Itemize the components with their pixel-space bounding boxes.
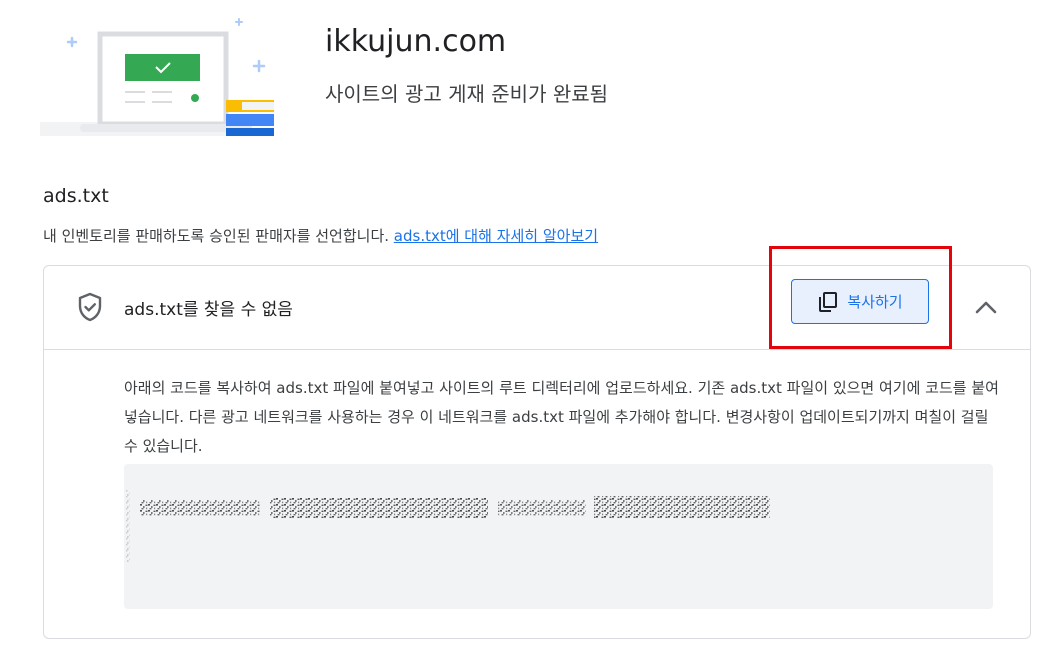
description-text: 내 인벤토리를 판매하도록 승인된 판매자를 선언합니다. bbox=[43, 227, 390, 245]
site-status: 사이트의 광고 게재 준비가 완료됨 bbox=[325, 82, 609, 106]
hero-illustration bbox=[40, 18, 280, 136]
code-box bbox=[124, 464, 993, 609]
site-name: ikkujun.com bbox=[325, 24, 507, 59]
copy-button[interactable]: 복사하기 bbox=[791, 279, 929, 324]
shield-check-icon bbox=[78, 292, 102, 322]
section-description: 내 인벤토리를 판매하도록 승인된 판매자를 선언합니다. ads.txt에 대… bbox=[43, 225, 598, 246]
instructions-text: 아래의 코드를 복사하여 ads.txt 파일에 붙여넣고 사이트의 루트 디렉… bbox=[124, 379, 999, 455]
obscured-code bbox=[126, 490, 770, 562]
section-title: ads.txt bbox=[43, 185, 109, 207]
learn-more-link[interactable]: ads.txt에 대해 자세히 알아보기 bbox=[394, 227, 598, 245]
panel-title: ads.txt를 찾을 수 없음 bbox=[124, 300, 293, 320]
chevron-up-icon[interactable] bbox=[972, 294, 1000, 322]
copy-icon bbox=[819, 291, 838, 312]
copy-button-label: 복사하기 bbox=[847, 293, 903, 311]
